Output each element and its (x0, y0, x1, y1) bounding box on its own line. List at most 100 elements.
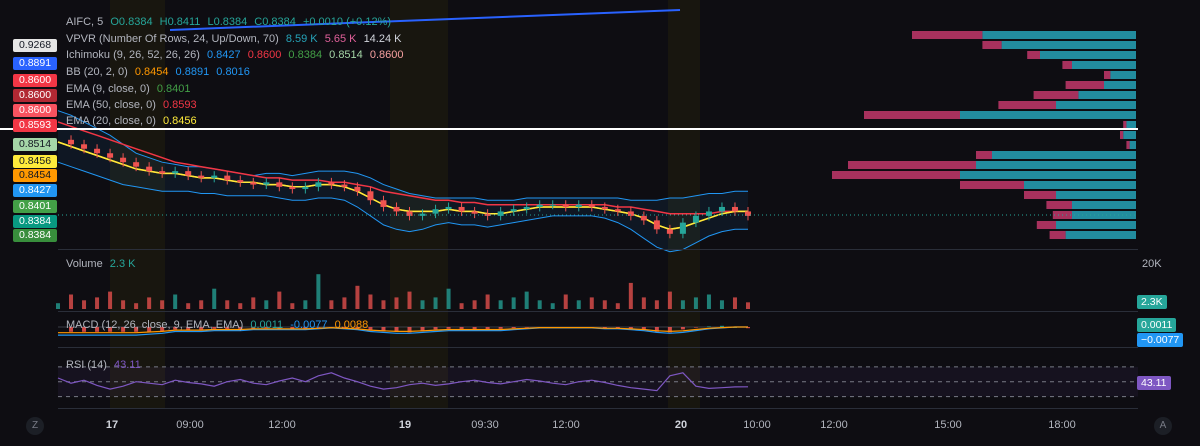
candle-body (315, 182, 322, 187)
vpvr-up-bar (1072, 61, 1136, 69)
candle-body (380, 200, 387, 207)
volume-bar (420, 300, 425, 309)
volume-bar (108, 291, 113, 309)
price-tag: 0.8427 (13, 184, 57, 197)
candle-body (692, 215, 699, 223)
volume-name: Volume (66, 258, 103, 270)
candle-body (328, 182, 335, 185)
macd-tag: 0.0011 (1137, 318, 1177, 332)
ema20-legend[interactable]: EMA (20, close, 0) 0.8456 (66, 114, 201, 128)
candle-body (484, 213, 491, 216)
vpvr-down-bar (998, 101, 1056, 109)
ema50-legend[interactable]: EMA (50, close, 0) 0.8593 (66, 98, 201, 112)
ichimoku-legend[interactable]: Ichimoku (9, 26, 52, 26, 26) 0.8427 0.86… (66, 48, 408, 62)
candle-body (94, 148, 101, 154)
auto-scale-button[interactable]: A (1154, 417, 1172, 435)
volume-bar (147, 297, 152, 309)
macd-legend[interactable]: MACD (12, 26, close, 9, EMA, EMA) 0.0011… (66, 318, 372, 332)
price-tag: 0.8456 (13, 155, 57, 168)
vpvr-down-bar (1024, 191, 1056, 199)
vpvr-up-bar (1110, 71, 1136, 79)
candle-body (172, 171, 179, 174)
vpvr-legend[interactable]: VPVR (Number Of Rows, 24, Up/Down, 70) 8… (66, 32, 405, 46)
volume-bar (732, 297, 737, 309)
vpvr-down-bar (864, 111, 960, 119)
ichimoku-name: Ichimoku (9, 26, 52, 26, 26) (66, 49, 200, 61)
pane-separator[interactable] (58, 249, 1138, 250)
volume-bar (251, 297, 256, 309)
price-tag: 0.8600 (13, 74, 57, 87)
candle-body (367, 191, 374, 201)
time-axis-label: 15:00 (934, 419, 962, 431)
symbol-name: AIFC, 5 (66, 16, 104, 28)
volume-bar (680, 300, 685, 309)
volume-bar (225, 300, 230, 309)
time-axis-label: 09:00 (176, 419, 204, 431)
candle-body (237, 180, 244, 183)
candle-body (289, 186, 296, 190)
volume-bar (173, 294, 178, 309)
volume-bar (95, 297, 100, 309)
candle-body (614, 209, 621, 212)
volume-bar (303, 300, 308, 309)
vpvr-down-bar (1046, 201, 1072, 209)
rsi-name: RSI (14) (66, 359, 107, 371)
close-value: C0.8384 (254, 16, 296, 28)
vpvr-down-bar (976, 151, 992, 159)
volume-bar (186, 303, 191, 309)
macd-v3: 0.0088 (334, 319, 369, 331)
volume-bar (667, 291, 672, 309)
candle-body (198, 175, 205, 178)
macd-v2: -0.0077 (290, 319, 328, 331)
rsi-legend[interactable]: RSI (14) 43.11 (66, 358, 145, 372)
time-axis-label: 20 (674, 419, 688, 431)
rsi-value: 43.11 (114, 359, 141, 371)
volume-bar (199, 300, 204, 309)
vpvr-down: 5.65 K (324, 33, 357, 45)
vpvr-down-bar (1049, 231, 1066, 239)
candle-body (211, 175, 218, 178)
pane-separator[interactable] (58, 347, 1138, 348)
symbol-legend[interactable]: AIFC, 5 O0.8384 H0.8411 L0.8384 C0.8384 … (66, 15, 395, 29)
candle-body (276, 182, 283, 187)
vpvr-up-bar (1065, 231, 1136, 239)
vpvr-up-bar (960, 171, 1136, 179)
candle-body (354, 186, 361, 192)
candle-body (445, 206, 452, 210)
pane-separator[interactable] (58, 311, 1138, 312)
vpvr-down-bar (1027, 51, 1040, 59)
volume-bar (446, 288, 451, 309)
vpvr-down-bar (960, 181, 1024, 189)
ema9-value: 0.8401 (156, 83, 191, 95)
volume-bar (290, 303, 295, 309)
vpvr-down-bar (1104, 71, 1111, 79)
zoom-button[interactable]: Z (26, 417, 44, 435)
pane-separator[interactable] (58, 408, 1138, 409)
bb-v1: 0.8454 (134, 66, 169, 78)
bb-legend[interactable]: BB (20, 2, 0) 0.8454 0.8891 0.8016 (66, 65, 254, 79)
ema9-legend[interactable]: EMA (9, close, 0) 0.8401 (66, 82, 194, 96)
ichimoku-v4: 0.8514 (329, 49, 363, 61)
price-tag: 0.8454 (13, 169, 57, 182)
volume-bar (472, 300, 477, 309)
volume-axis-max: 20K (1142, 258, 1162, 270)
volume-bar (407, 291, 412, 309)
ema20-value: 0.8456 (162, 115, 197, 127)
volume-bar (316, 274, 321, 309)
candle-body (185, 171, 192, 176)
candle-body (81, 144, 88, 149)
volume-bar (511, 297, 516, 309)
candle-body (107, 153, 114, 158)
candle-body (68, 139, 75, 145)
candle-body (523, 206, 530, 210)
vpvr-up: 8.59 K (285, 33, 318, 45)
candle-body (601, 206, 608, 210)
macd-name: MACD (12, 26, close, 9, EMA, EMA) (66, 319, 244, 331)
price-tag: 0.8600 (13, 89, 57, 102)
candle-body (666, 229, 673, 234)
volume-bar (537, 300, 542, 309)
vpvr-up-bar (1129, 141, 1136, 149)
volume-legend[interactable]: Volume 2.3 K (66, 257, 139, 271)
candle-body (471, 211, 478, 214)
chart-area[interactable]: AIFC, 5 O0.8384 H0.8411 L0.8384 C0.8384 … (0, 0, 1200, 446)
